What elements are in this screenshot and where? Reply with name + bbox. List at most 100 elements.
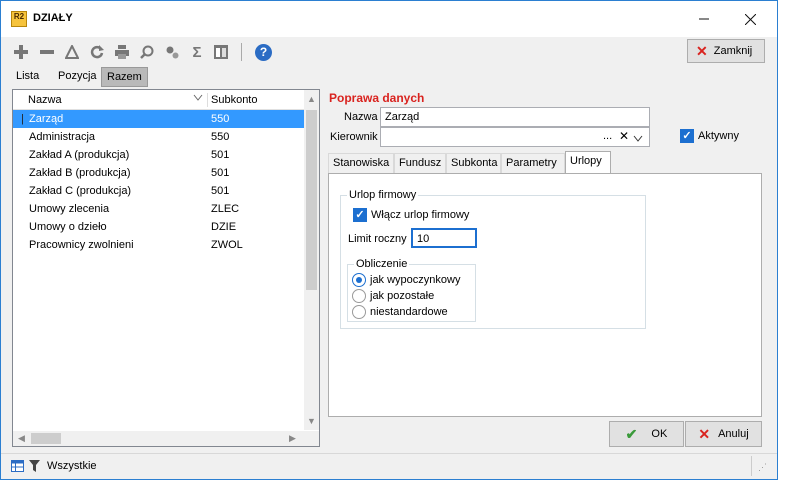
filter-icon[interactable] [29,460,40,475]
row-name: Pracownicy zwolnieni [29,239,134,251]
zoom-icon[interactable] [139,44,155,60]
window-title: DZIAŁY [33,12,73,24]
tab-urlopy[interactable]: Urlopy [565,151,611,173]
group-title: Urlop firmowy [347,189,419,201]
scroll-left-icon[interactable]: ◀ [18,433,25,444]
column-divider [207,93,208,107]
tab-subkonta[interactable]: Subkonta [446,153,501,173]
tab-stanowiska[interactable]: Stanowiska [328,153,394,173]
minimize-icon [699,18,709,20]
calculation-group: Obliczenie jak wypoczynkowy jak pozostał… [347,258,476,322]
row-account: 501 [211,149,230,161]
option-label: jak pozostałe [370,290,435,302]
option-label: jak wypoczynkowy [370,274,461,286]
filter-status-label: Wszystkie [47,460,97,472]
radio-niestandardowe[interactable] [352,305,366,319]
details-panel: Poprawa danych Nazwa Zarząd Kierownik ..… [324,89,766,447]
resize-grip-icon[interactable]: ⋰ [758,462,767,473]
row-account: ZLEC [211,203,240,215]
tab-lista[interactable]: Lista [11,67,44,87]
warning-triangle-icon[interactable] [64,44,80,60]
print-icon[interactable] [114,44,130,60]
table-row[interactable]: Umowy zlecenia ZLEC [13,200,305,218]
row-account: DZIE [211,221,237,233]
tab-parametry[interactable]: Parametry [501,153,565,173]
sum-icon[interactable]: Σ [189,44,205,61]
row-account: 501 [211,167,230,179]
ellipsis-icon[interactable]: ... [603,130,612,142]
company-leave-group: Urlop firmowy ✓ Włącz urlop firmowy Limi… [340,189,646,329]
cancel-x-icon: ✕ [698,426,711,442]
column-header-name[interactable]: Nazwa [28,94,62,106]
name-label: Nazwa [344,111,378,123]
table-row[interactable]: Zakład A (produkcja) 501 [13,146,305,164]
row-name: Zakład A (produkcja) [29,149,130,161]
ok-button[interactable]: ✔ OK [609,421,684,447]
scroll-up-icon[interactable]: ▲ [307,94,316,104]
settings-icon[interactable] [164,44,180,60]
enable-leave-label: Włącz urlop firmowy [371,209,470,221]
table-row[interactable]: Zakład C (produkcja) 501 [13,182,305,200]
toolbar: Σ ? [1,37,777,67]
column-header-account[interactable]: Subkonto [211,94,257,106]
close-button-label: Zamknij [713,45,753,57]
radio-jak-wypoczynkowy[interactable] [352,273,366,287]
vertical-scroll-thumb[interactable] [306,110,317,290]
radio-jak-pozostale[interactable] [352,289,366,303]
calculation-title: Obliczenie [354,258,410,270]
table-view-icon[interactable] [11,460,24,475]
minus-icon[interactable] [39,44,55,60]
horizontal-scroll-thumb[interactable] [31,433,61,444]
table-row[interactable]: Pracownicy zwolnieni ZWOL [13,236,305,254]
tab-razem[interactable]: Razem [101,67,148,87]
limit-label: Limit roczny [348,233,407,245]
plus-icon[interactable] [13,44,29,60]
row-account: ZWOL [211,239,243,251]
row-name: Zarząd [29,113,64,125]
section-title: Poprawa danych [329,91,425,105]
app-logo-icon: R2 [11,11,27,27]
row-name: Zakład C (produkcja) [29,185,132,197]
table-row[interactable]: Administracja 550 [13,128,305,146]
manager-field[interactable]: ... ✕ [380,127,650,147]
columns-icon[interactable] [213,44,229,60]
cancel-button[interactable]: ✕ Anuluj [685,421,762,447]
manager-label: Kierownik [330,131,378,143]
table-row[interactable]: Zakład B (produkcja) 501 [13,164,305,182]
tab-fundusz[interactable]: Fundusz [394,153,446,173]
name-value: Zarząd [385,111,420,123]
title-bar: R2 DZIAŁY [1,1,777,37]
close-window-button[interactable]: ✕ Zamknij [687,39,765,63]
row-name: Administracja [29,131,96,143]
close-icon [744,13,756,25]
tab-pozycja[interactable]: Pozycja [53,67,102,87]
refresh-icon[interactable] [89,44,105,60]
status-divider [751,456,752,476]
window-close-button[interactable] [727,1,773,37]
urlopy-tab-body: Urlop firmowy ✓ Włącz urlop firmowy Limi… [328,173,762,417]
table-row[interactable]: Umowy o dzieło DZIE [13,218,305,236]
row-name: Umowy zlecenia [29,203,110,215]
vertical-scrollbar[interactable]: ▲ ▼ [304,90,319,430]
cancel-label: Anuluj [718,428,749,440]
horizontal-scrollbar[interactable]: ◀ ▶ [13,431,319,446]
row-indicator: | [21,113,24,125]
limit-input[interactable]: 10 [411,228,477,248]
enable-leave-checkbox[interactable]: ✓ [353,208,367,222]
active-checkbox[interactable]: ✓ [680,129,694,143]
scroll-right-icon[interactable]: ▶ [289,433,296,444]
table-row[interactable]: | Zarząd 550 [13,110,305,128]
status-bar: Wszystkie ⋰ [1,453,777,479]
close-x-icon: ✕ [696,43,708,59]
active-label: Aktywny [698,130,739,142]
row-name: Umowy o dzieło [29,221,107,233]
sort-chevron-icon[interactable] [193,93,203,105]
limit-value: 10 [417,233,430,245]
minimize-button[interactable] [681,1,727,37]
help-icon[interactable]: ? [255,44,272,61]
scroll-down-icon[interactable]: ▼ [307,416,316,426]
row-name: Zakład B (produkcja) [29,167,131,179]
chevron-down-icon[interactable] [633,133,643,145]
clear-icon[interactable]: ✕ [619,129,629,143]
name-field[interactable]: Zarząd [380,107,650,127]
